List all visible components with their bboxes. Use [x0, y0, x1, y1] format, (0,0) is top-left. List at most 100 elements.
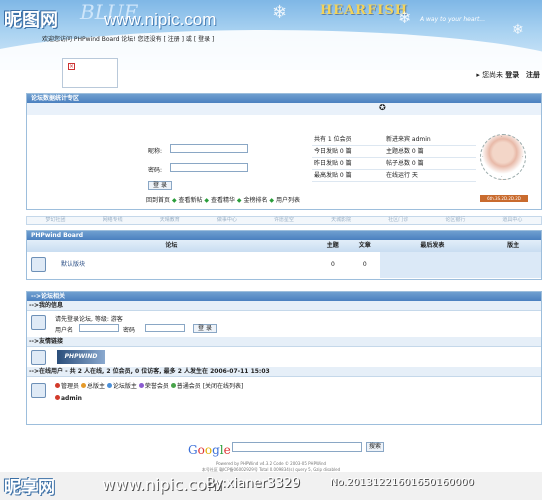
quick-link[interactable]: 用户列表 — [276, 197, 300, 204]
welcome-text: 欢迎您访问 PHPwind Board 论坛! 您还没有 [ 注册 ] 或 [ … — [42, 36, 215, 43]
stats-row: 今日发贴 0 篇 主题总数 0 篇 — [312, 146, 476, 158]
stat-cell: 最高发贴 0 篇 — [314, 172, 352, 179]
forum-person-icon — [31, 257, 46, 272]
online-user-name: admin — [61, 395, 82, 402]
friend-links-body: PHPWIND — [27, 347, 541, 367]
online-icon — [31, 383, 46, 398]
admin-icon — [55, 395, 60, 400]
my-info-title: -->我的信息 — [27, 301, 541, 311]
stat-cell: 新进来宾 admin — [386, 136, 431, 143]
snowflake-icon: ❄ — [398, 8, 412, 27]
username-input[interactable] — [79, 324, 119, 332]
close-online-list-link[interactable]: [关闭在线列表] — [203, 383, 244, 390]
member-icon — [170, 383, 176, 388]
dot-icon: ◆ — [204, 197, 210, 204]
stats-row: 共有 1 位会员 新进来宾 admin — [312, 134, 476, 146]
password-input-2[interactable] — [145, 324, 185, 332]
nickname-input[interactable] — [170, 144, 248, 153]
stat-cell: 昨日发贴 0 篇 — [314, 160, 352, 167]
username-label: 用户名 — [55, 327, 74, 334]
mod-icon — [106, 383, 112, 388]
clock-tick: · — [482, 154, 484, 160]
watermark-id: By:xianer3329 — [206, 476, 300, 491]
online-users-body: 管理员 总版主 论坛版主 荣誉会员 普通会员 [关闭在线列表] admin — [27, 377, 541, 407]
nav-strip: 梦幻社团 网络专线 天晴教育 做事中心 许愿星空 天城影院 社区门诊 论区银行 … — [26, 216, 542, 225]
stats-row: 最高发贴 0 篇 在线运行 天 — [312, 170, 476, 182]
stats-table: 共有 1 位会员 新进来宾 admin 今日发贴 0 篇 主题总数 0 篇 昨日发贴… — [312, 134, 476, 182]
user-bar: ▸ 您尚未 登录 注册 — [476, 70, 540, 80]
quick-link[interactable]: 金榜排名 — [243, 197, 267, 204]
watermark-url: www.nipic.com — [102, 475, 223, 494]
nav-item[interactable]: 网络专线 — [103, 217, 123, 224]
nav-item[interactable]: 天晴教育 — [160, 217, 180, 224]
related-panel: -->论坛相关 -->我的信息 请先登录论坛, 等级: 游客 用户名 密码 登 … — [26, 291, 542, 425]
powered-by: Powered by PHPWind v4.3.2 Code © 2003-05… — [215, 461, 327, 466]
online-users-title: -->在线用户 - 共 2 人在线, 2 位会员, 0 位访客, 最多 2 人发… — [27, 367, 541, 377]
google-search-button[interactable]: 搜索 — [366, 442, 384, 452]
col-last-post: 最后发表 — [420, 242, 445, 249]
login-link[interactable]: 登录 — [505, 71, 519, 79]
google-logo: Google — [188, 443, 231, 457]
google-search-input[interactable] — [232, 442, 362, 452]
stats-topstrip: ✪ — [27, 103, 541, 115]
stat-cell: 在线运行 天 — [386, 172, 418, 179]
snowflake-icon: ❄ — [272, 2, 288, 23]
legend-item: 总版主 — [86, 383, 105, 390]
col-topics: 主题 — [326, 242, 339, 249]
posts-cell: 0 — [362, 261, 367, 268]
stats-row: 昨日发贴 0 篇 帖子总数 0 篇 — [312, 158, 476, 170]
login-button-2[interactable]: 登 录 — [193, 324, 217, 333]
online-legend: 管理员 总版主 论坛版主 荣誉会员 普通会员 [关闭在线列表] — [55, 381, 243, 390]
dot-icon: ◆ — [269, 197, 275, 204]
honor-icon — [138, 383, 144, 388]
my-info-body: 请先登录论坛, 等级: 游客 用户名 密码 登 录 — [27, 311, 541, 337]
nav-item[interactable]: 道具中心 — [502, 217, 522, 224]
password-input[interactable] — [170, 163, 248, 172]
super-mod-icon — [80, 383, 86, 388]
stat-cell: 今日发贴 0 篇 — [314, 148, 352, 155]
forum-header-row: 论坛 主题 文章 最后发表 版主 — [27, 240, 541, 252]
stat-cell: 帖子总数 0 篇 — [386, 160, 424, 167]
admin-icon — [55, 383, 60, 388]
last-post-cell — [379, 252, 486, 278]
col-forum: 论坛 — [165, 242, 178, 249]
nav-item[interactable]: 许愿星空 — [274, 217, 294, 224]
nickname-label: 昵称: — [148, 148, 163, 155]
friend-links-title: -->友情链接 — [27, 337, 541, 347]
phpwind-link-logo[interactable]: PHPWIND — [57, 350, 105, 364]
broken-image: × — [62, 58, 118, 88]
password-label: 密码: — [148, 167, 163, 174]
stat-cell: 共有 1 位会员 — [314, 136, 352, 143]
nav-item[interactable]: 做事中心 — [217, 217, 237, 224]
online-user[interactable]: admin — [55, 395, 82, 402]
quick-link[interactable]: 回到首页 — [146, 197, 170, 204]
nav-item[interactable]: 梦幻社团 — [46, 217, 66, 224]
related-panel-title: -->论坛相关 — [27, 292, 541, 301]
dot-icon: ◆ — [171, 197, 177, 204]
clock-tick: · — [501, 174, 503, 180]
quick-links: 回到首页 ◆ 查看新帖 ◆ 查看精华 ◆ 金榜排名 ◆ 用户列表 — [146, 195, 300, 204]
register-link[interactable]: 注册 — [526, 71, 540, 79]
dot-icon: ◆ — [236, 197, 242, 204]
clock-tick: · — [522, 154, 524, 160]
quick-link[interactable]: 查看精华 — [211, 197, 235, 204]
site-url: www.nipic.com — [104, 10, 217, 29]
topics-cell: 0 — [330, 261, 335, 268]
separator — [522, 71, 524, 79]
nav-item[interactable]: 论区银行 — [445, 217, 465, 224]
legend-item: 普通会员 — [176, 383, 201, 390]
col-moderator: 版主 — [507, 242, 520, 249]
nav-item[interactable]: 天城影院 — [331, 217, 351, 224]
quick-link[interactable]: 查看新帖 — [178, 197, 202, 204]
links-icon — [31, 350, 46, 365]
forum-name-link[interactable]: 默认版块 — [61, 261, 85, 268]
avatar-clock: · · · · — [480, 134, 526, 180]
broken-image-icon: × — [68, 63, 75, 70]
login-button[interactable]: 登 录 — [148, 181, 172, 190]
star-icon: ✪ — [379, 103, 386, 112]
nav-item[interactable]: 社区门诊 — [388, 217, 408, 224]
site-logo: 昵图网 — [4, 10, 58, 31]
brand-tagline: A way to your heart... — [420, 16, 486, 23]
password-label-2: 密码 — [123, 327, 136, 334]
snowflake-icon: ❄ — [512, 22, 524, 38]
